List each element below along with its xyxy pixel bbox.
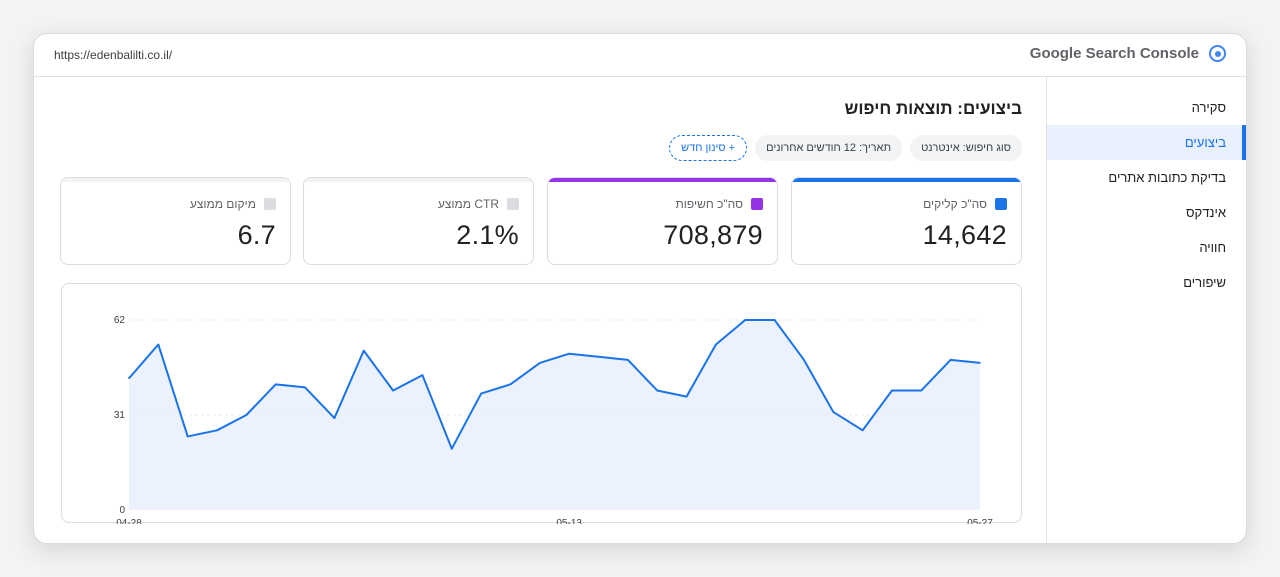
data-point <box>773 319 776 321</box>
add-filter-button[interactable]: + סינון חדש <box>669 135 748 161</box>
metric-value: 6.7 <box>237 220 276 250</box>
data-point <box>832 411 835 413</box>
metric-value: 2.1% <box>456 220 519 250</box>
sidebar-item-overview[interactable]: סקירה <box>1047 90 1246 125</box>
data-point <box>392 389 394 392</box>
browser-window: https://edenbalilti.co.il/ Google Search… <box>33 33 1247 544</box>
data-point <box>362 349 365 352</box>
metric-label: CTR ממוצע <box>438 197 519 211</box>
card-top-bar <box>548 178 777 182</box>
data-point <box>186 435 189 438</box>
page-title: ביצועים: תוצאות חיפוש <box>844 99 1022 118</box>
sidebar-item-performance[interactable]: ביצועים <box>1047 125 1246 160</box>
sidebar-item-url-inspection[interactable]: בדיקת כתובות אתרים <box>1047 160 1246 195</box>
data-point <box>627 359 629 361</box>
metric-label-text: סה"כ קליקים <box>923 197 987 211</box>
data-point <box>509 383 512 386</box>
y-tick-label: 0 <box>119 505 125 516</box>
metric-card-ctr[interactable]: CTR ממוצע 2.1% <box>303 177 534 265</box>
data-point <box>333 417 336 419</box>
checkbox-icon[interactable] <box>264 198 276 210</box>
checkbox-icon[interactable] <box>507 198 519 210</box>
top-bar: https://edenbalilti.co.il/ Google Search… <box>34 34 1246 77</box>
x-tick-label: 05-13 <box>556 518 582 524</box>
y-tick-label: 31 <box>114 410 126 421</box>
app-brand[interactable]: Google Search Console <box>1030 45 1226 62</box>
main-content: ביצועים: תוצאות חיפוש סוג חיפוש: אינטרנט… <box>34 77 1048 543</box>
add-filter-label: סינון חדש <box>681 142 726 154</box>
sidebar: סקירה ביצועים בדיקת כתובות אתרים אינדקס … <box>1046 77 1246 543</box>
data-point <box>216 429 218 432</box>
data-point <box>861 429 864 432</box>
filter-chip-date[interactable]: תאריך: 12 חודשים אחרונים <box>755 135 903 161</box>
data-point <box>450 447 453 450</box>
metric-label-text: סה"כ חשיפות <box>675 197 743 211</box>
data-point <box>539 362 541 364</box>
x-tick-label: 04-28 <box>116 518 142 524</box>
data-point <box>597 355 600 358</box>
target-icon <box>1209 45 1226 62</box>
card-top-bar <box>61 178 290 182</box>
data-point <box>157 343 160 346</box>
metric-cards: סה"כ קליקים 14,642 סה"כ חשיפות 708,879 C… <box>60 177 1022 265</box>
metric-card-impressions[interactable]: סה"כ חשיפות 708,879 <box>547 177 778 265</box>
chart-svg: 0 31 62 04-28 05-13 05-27 <box>114 315 993 524</box>
series-area <box>129 320 980 510</box>
sidebar-item-enhancements[interactable]: שיפורים <box>1047 265 1246 300</box>
data-point <box>656 389 659 392</box>
metric-value: 708,879 <box>663 220 763 250</box>
data-point <box>744 319 747 321</box>
x-tick-label: 05-27 <box>967 518 993 524</box>
metric-label: סה"כ קליקים <box>923 197 1007 211</box>
data-point <box>920 389 923 392</box>
metric-card-clicks[interactable]: סה"כ קליקים 14,642 <box>791 177 1022 265</box>
filter-chip-search-type[interactable]: סוג חיפוש: אינטרנט <box>910 135 1022 161</box>
sidebar-item-experience[interactable]: חוויה <box>1047 230 1246 265</box>
checkbox-icon[interactable] <box>751 198 763 210</box>
metric-card-position[interactable]: מיקום ממוצע 6.7 <box>60 177 291 265</box>
data-point <box>949 359 952 361</box>
plus-icon: + <box>728 142 736 154</box>
data-point <box>568 352 570 355</box>
performance-chart[interactable]: 0 31 62 04-28 05-13 05-27 <box>61 283 1022 524</box>
site-url[interactable]: https://edenbalilti.co.il/ <box>54 48 172 62</box>
y-tick-label: 62 <box>114 315 126 326</box>
data-point <box>480 392 482 395</box>
card-top-bar <box>304 178 533 182</box>
data-point <box>685 395 688 398</box>
app-name: Google Search Console <box>1029 45 1199 62</box>
data-point <box>979 362 981 364</box>
card-top-bar <box>792 178 1021 182</box>
data-point <box>891 389 893 392</box>
metric-label: מיקום ממוצע <box>190 197 276 211</box>
metric-label-text: מיקום ממוצע <box>189 197 256 211</box>
data-point <box>803 359 805 361</box>
data-point <box>274 383 277 386</box>
data-point <box>421 374 424 376</box>
data-point <box>715 343 717 346</box>
filter-bar: סוג חיפוש: אינטרנט תאריך: 12 חודשים אחרו… <box>669 135 1022 161</box>
metric-label: סה"כ חשיפות <box>675 197 763 211</box>
data-point <box>128 377 130 380</box>
metric-label-text: CTR ממוצע <box>437 197 499 211</box>
checkbox-icon[interactable] <box>995 198 1007 210</box>
sidebar-item-index[interactable]: אינדקס <box>1047 195 1246 230</box>
data-point <box>304 386 306 389</box>
data-point <box>245 414 248 416</box>
metric-value: 14,642 <box>922 220 1007 250</box>
